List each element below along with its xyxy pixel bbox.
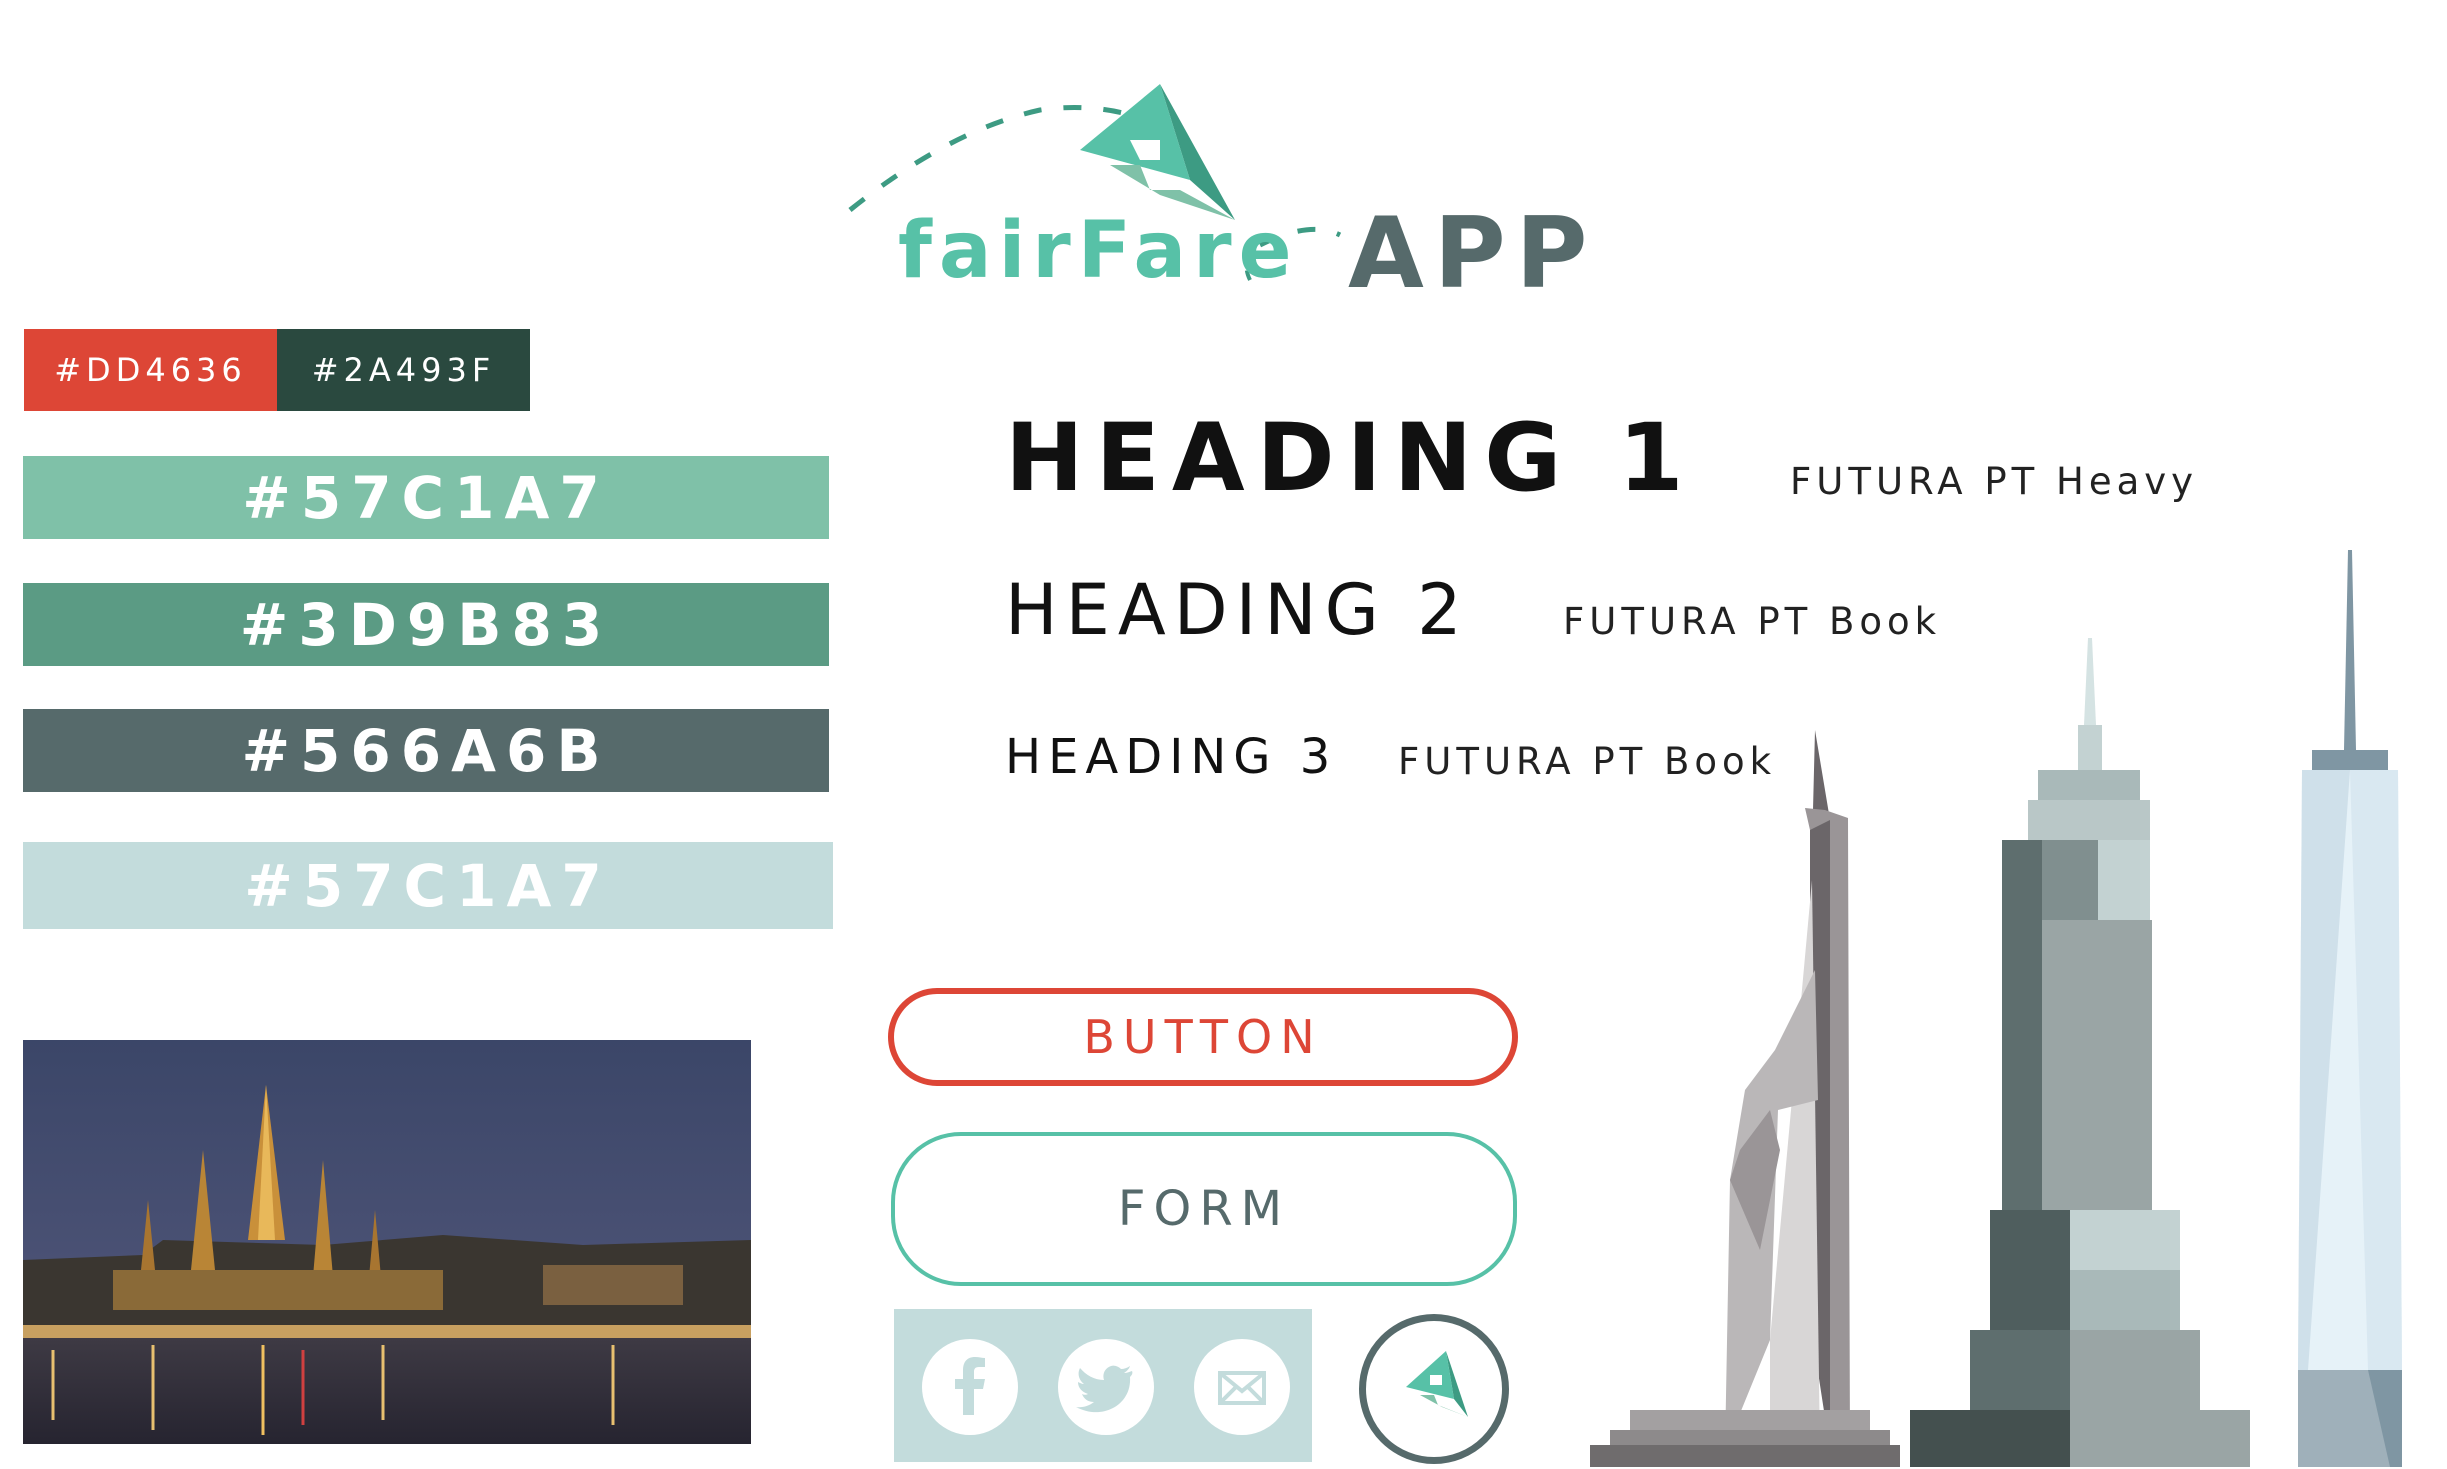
logo-round-button[interactable] [1359,1314,1509,1464]
swatch-red: #DD4636 [24,329,277,411]
twitter-icon[interactable] [1058,1339,1154,1435]
sample-form-field[interactable]: FORM [891,1132,1517,1286]
facebook-icon[interactable] [922,1339,1018,1435]
swatch-light-green: #57C1A7 [23,456,829,539]
heading-3-sample: HEADING 3 [1005,729,1338,785]
heading-1-font-label: FUTURA PT Heavy [1790,460,2199,503]
logo-app-text: APP [1348,197,1598,311]
mail-icon[interactable] [1194,1339,1290,1435]
swatch-pale-blue: #57C1A7 [23,842,833,929]
swatch-dark-green: #2A493F [277,329,530,411]
swatch-medium-green: #3D9B83 [23,583,829,666]
heading-2-sample: HEADING 2 [1005,569,1470,651]
logo-mark-icon [1406,1351,1468,1417]
skyscrapers-illustration [1590,550,2402,1467]
heading-1-sample: HEADING 1 [1005,404,1696,513]
sample-button[interactable]: BUTTON [888,988,1518,1086]
temple-photo [23,1040,751,1444]
swatch-gray: #566A6B [23,709,829,792]
logo-fairfare-text: fairFare [898,206,1299,296]
social-panel [894,1309,1312,1462]
